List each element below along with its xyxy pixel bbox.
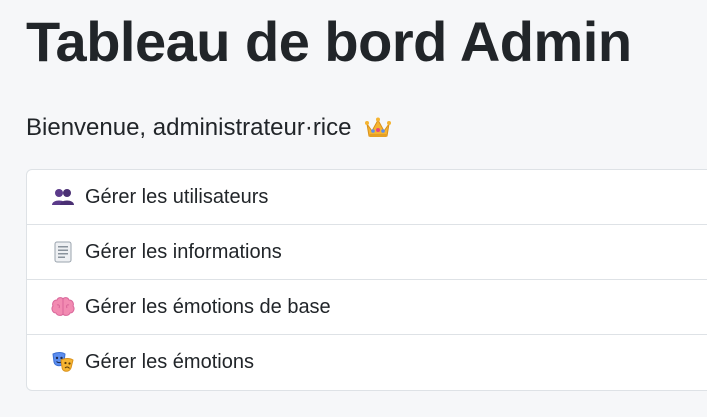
menu-item-label: Gérer les utilisateurs — [85, 185, 269, 208]
users-icon — [51, 185, 75, 209]
admin-menu-list: Gérer les utilisateurs Gérer les informa… — [26, 169, 707, 391]
menu-item-users[interactable]: Gérer les utilisateurs — [27, 170, 707, 225]
theater-masks-icon — [51, 351, 75, 375]
menu-item-label: Gérer les informations — [85, 240, 282, 263]
menu-item-emotions[interactable]: Gérer les émotions — [27, 335, 707, 390]
menu-item-informations[interactable]: Gérer les informations — [27, 225, 707, 280]
menu-item-base-emotions[interactable]: Gérer les émotions de base — [27, 280, 707, 335]
page-title: Tableau de bord Admin — [26, 10, 632, 73]
brain-icon — [51, 295, 75, 319]
document-icon — [51, 240, 75, 264]
menu-item-label: Gérer les émotions de base — [85, 295, 331, 318]
menu-item-label: Gérer les émotions — [85, 351, 254, 373]
crown-icon — [364, 116, 392, 140]
welcome-text: Bienvenue, administrateur·rice — [26, 114, 352, 141]
welcome-message: Bienvenue, administrateur·rice — [26, 110, 392, 146]
